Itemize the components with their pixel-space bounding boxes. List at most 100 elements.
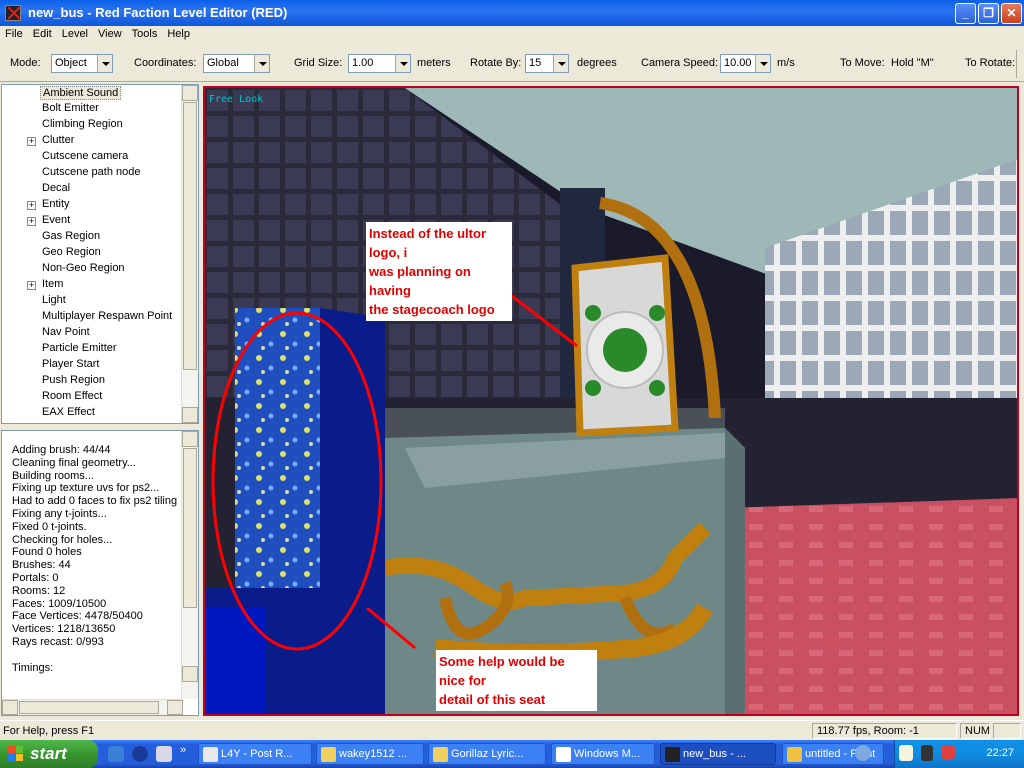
- tree-item[interactable]: Geo Region: [42, 246, 101, 258]
- taskbar-task[interactable]: wakey1512 ...: [316, 743, 424, 765]
- coordinates-select[interactable]: Global: [203, 54, 270, 73]
- tree-item[interactable]: Gas Region: [42, 230, 100, 242]
- minimize-button[interactable]: _: [955, 3, 976, 24]
- tree-expand-icon[interactable]: +: [27, 217, 36, 226]
- scroll-left-icon[interactable]: [2, 700, 18, 715]
- scroll-up-icon[interactable]: [182, 85, 198, 101]
- seat-annotation: Some help would be nice for detail of th…: [436, 650, 597, 711]
- menu-level[interactable]: Level: [57, 26, 93, 40]
- camera-speed-select[interactable]: 10.00: [720, 54, 771, 73]
- annotation-line: detail of this seat: [439, 692, 546, 707]
- tree-item[interactable]: Item: [42, 278, 63, 290]
- 3d-viewport[interactable]: Free Look Instead of the ultor logo, i w…: [203, 86, 1019, 716]
- show-desktop-icon[interactable]: [156, 746, 172, 762]
- tree-item[interactable]: Cutscene path node: [42, 166, 140, 178]
- media-player-icon[interactable]: [132, 746, 148, 762]
- taskbar-task[interactable]: new_bus - ...: [660, 743, 776, 765]
- tree-item[interactable]: Decal: [42, 182, 70, 194]
- annotation-line: was planning on having: [369, 264, 471, 298]
- tree-scrollbar[interactable]: [181, 85, 198, 423]
- scroll-thumb[interactable]: [183, 448, 197, 608]
- log-line: Rooms: 12: [12, 584, 66, 597]
- tree-expand-icon[interactable]: +: [27, 201, 36, 210]
- log-line: Portals: 0: [12, 572, 59, 584]
- tree-item[interactable]: Non-Geo Region: [42, 262, 125, 274]
- toolbar: Mode: Object Coordinates: Global Grid Si…: [0, 44, 1024, 82]
- chevron-down-icon[interactable]: [553, 55, 568, 72]
- tree-item[interactable]: Particle Emitter: [42, 342, 117, 354]
- logo-annotation: Instead of the ultor logo, i was plannin…: [366, 222, 512, 321]
- output-log: Adding brush: 44/44 Cleaning final geomet…: [1, 430, 199, 716]
- tree-item[interactable]: Push Region: [42, 374, 105, 386]
- tree-item[interactable]: Entity: [42, 198, 70, 210]
- chevron-down-icon[interactable]: [395, 55, 410, 72]
- sound-icon[interactable]: [921, 745, 933, 761]
- close-button[interactable]: ✕: [1001, 3, 1022, 24]
- log-line: Fixed 0 t-joints.: [12, 520, 87, 533]
- menu-edit[interactable]: Edit: [28, 26, 57, 40]
- scroll-down-icon[interactable]: [182, 407, 198, 423]
- camera-speed-unit-label: m/s: [777, 57, 795, 69]
- status-pane-empty: [993, 723, 1021, 739]
- quicklaunch-overflow-icon[interactable]: »: [180, 744, 186, 756]
- tree-item[interactable]: Nav Point: [42, 326, 90, 338]
- tray-expand-icon[interactable]: [855, 745, 871, 761]
- num-lock-indicator: NUM: [960, 723, 990, 739]
- tree-item[interactable]: Event: [42, 214, 70, 226]
- coordinates-label: Coordinates:: [134, 57, 197, 69]
- start-button[interactable]: start: [0, 740, 98, 768]
- help-icon[interactable]: [899, 745, 913, 761]
- chevron-down-icon[interactable]: [755, 55, 770, 72]
- grid-size-select[interactable]: 1.00: [348, 54, 411, 73]
- taskbar-task[interactable]: Windows M...: [551, 743, 655, 765]
- menu-view[interactable]: View: [93, 26, 127, 40]
- tree-item[interactable]: Clutter: [42, 134, 74, 146]
- tree-expand-icon[interactable]: +: [27, 137, 36, 146]
- log-scrollbar[interactable]: [181, 431, 198, 699]
- clock: 22:27: [986, 747, 1014, 759]
- tree-expand-icon[interactable]: +: [27, 281, 36, 290]
- task-label: Gorillaz Lyric...: [451, 748, 524, 760]
- scroll-thumb[interactable]: [183, 102, 197, 370]
- tree-item[interactable]: Room Effect: [42, 390, 102, 402]
- tree-item[interactable]: Ambient Sound: [40, 86, 122, 100]
- taskbar: start » L4Y - Post R... wakey1512 ... Gori…: [0, 740, 1024, 768]
- to-rotate-label: To Rotate:: [965, 57, 1016, 69]
- annotation-line: Instead of the ultor logo, i: [369, 226, 486, 260]
- tree-item[interactable]: Bolt Emitter: [42, 102, 99, 114]
- window-title: new_bus - Red Faction Level Editor (RED): [28, 5, 288, 20]
- scroll-up-icon[interactable]: [182, 431, 198, 447]
- mode-select[interactable]: Object: [51, 54, 113, 73]
- scroll-right-icon[interactable]: [167, 700, 183, 715]
- rotate-by-value: 15: [529, 57, 542, 69]
- taskbar-task[interactable]: Gorillaz Lyric...: [428, 743, 546, 765]
- fps-readout: 118.77 fps, Room: -1: [812, 723, 957, 739]
- log-line: Found 0 holes: [12, 546, 82, 559]
- log-line: Fixing up texture uvs for ps2...: [12, 482, 160, 495]
- task-app-icon: [203, 747, 218, 762]
- tree-item[interactable]: Climbing Region: [42, 118, 123, 130]
- taskbar-task[interactable]: L4Y - Post R...: [198, 743, 312, 765]
- antivirus-icon[interactable]: [941, 745, 955, 759]
- menu-tools[interactable]: Tools: [127, 26, 163, 40]
- tree-item[interactable]: Light: [42, 294, 66, 306]
- menu-help[interactable]: Help: [162, 26, 195, 40]
- maximize-button[interactable]: ❐: [978, 3, 999, 24]
- rotate-by-select[interactable]: 15: [525, 54, 569, 73]
- log-horizontal-scrollbar[interactable]: [2, 699, 183, 715]
- log-line: Rays recast: 0/993: [12, 636, 104, 648]
- tree-item[interactable]: Cutscene camera: [42, 150, 128, 162]
- camera-speed-label: Camera Speed:: [641, 57, 719, 69]
- chevron-down-icon[interactable]: [97, 55, 112, 72]
- internet-explorer-icon[interactable]: [108, 746, 124, 762]
- log-line: Building rooms...: [12, 469, 94, 482]
- tree-item[interactable]: Multiplayer Respawn Point: [42, 310, 172, 322]
- toolbar-scroll[interactable]: [1016, 50, 1024, 78]
- menu-file[interactable]: File: [0, 26, 28, 40]
- scroll-down-icon[interactable]: [182, 666, 198, 682]
- chevron-down-icon[interactable]: [254, 55, 269, 72]
- tree-item[interactable]: Player Start: [42, 358, 99, 370]
- tree-item[interactable]: EAX Effect: [42, 406, 95, 418]
- scroll-thumb[interactable]: [19, 701, 159, 714]
- log-line: Faces: 1009/10500: [12, 597, 107, 610]
